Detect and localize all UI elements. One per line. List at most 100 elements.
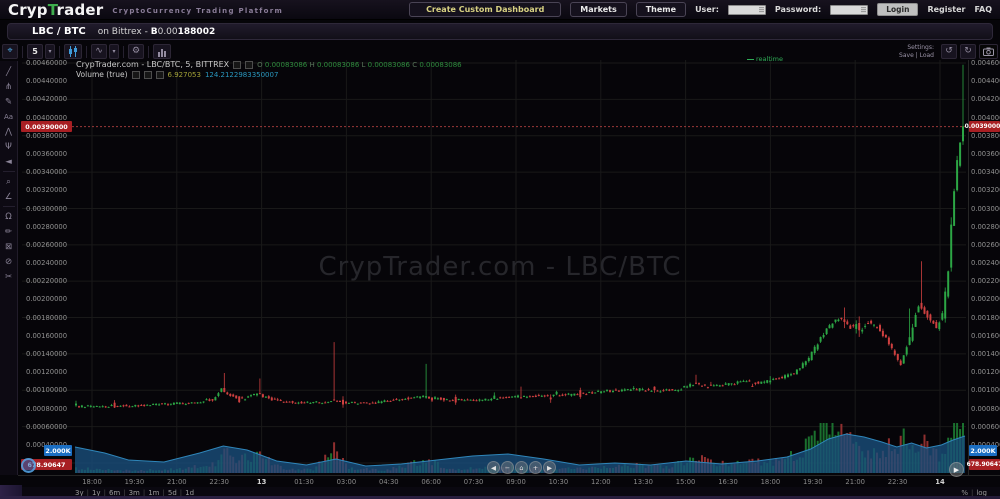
zoom-out-button[interactable]: − [501, 461, 514, 474]
markets-button[interactable]: Markets [570, 2, 626, 17]
toolbar-divider [123, 46, 124, 58]
arrow-tool[interactable]: ◄ [2, 156, 16, 167]
theme-button[interactable]: Theme [636, 2, 686, 17]
time-tick: 18:00 [77, 478, 107, 486]
price-tick-right: 0.00080000 [971, 405, 1000, 413]
scroll-left-button[interactable]: ◀ [487, 461, 500, 474]
price-tick-right: 0.00260000 [971, 241, 1000, 249]
price-tick-left: 0.00440000 [26, 77, 67, 85]
draw-mode-tool[interactable]: ✏ [2, 226, 16, 237]
zoom-in-button[interactable]: + [529, 461, 542, 474]
pitchfork-tool[interactable]: ⋔ [2, 81, 16, 92]
price-tick-right: 0.00220000 [971, 277, 1000, 285]
crosshair-button[interactable]: ⌖ [2, 44, 18, 59]
zoom-tool[interactable]: ⌕ [2, 176, 16, 187]
undo-icon: ↺ [945, 47, 953, 56]
xabcd-pattern-tool[interactable]: ⋀ [2, 126, 16, 137]
price-tick-left: 0.00160000 [26, 332, 67, 340]
time-tick: 03:00 [331, 478, 361, 486]
compare-button[interactable] [153, 44, 171, 59]
time-tick: 19:30 [798, 478, 828, 486]
chart-toolbar: ⌖ 5 ▾ ∿ ▾ ⚙ Settings:Save | Load ↺ ↻ [2, 43, 998, 60]
time-tick: 13:30 [628, 478, 658, 486]
toolbar-divider [59, 46, 60, 58]
hide-drawings-tool[interactable]: ⊘ [2, 256, 16, 267]
register-link[interactable]: Register [927, 5, 965, 14]
indicators-caret-button[interactable]: ▾ [109, 44, 119, 59]
time-tick: 14 [925, 478, 955, 486]
measure-tool[interactable]: ∠ [2, 191, 16, 202]
fib-retracement-tool[interactable]: Ψ [2, 141, 16, 152]
candlestick-icon [68, 46, 78, 57]
price-tick-right: 0.00440000 [971, 77, 1000, 85]
cryptrader-app: CrypTrader CryptoCurrency Trading Platfo… [0, 0, 1000, 499]
user-label: User: [695, 5, 719, 14]
reset-view-button[interactable]: ⌂ [515, 461, 528, 474]
price-tick-left: 0.00140000 [26, 350, 67, 358]
undo-button[interactable]: ↺ [941, 44, 957, 59]
indicator-wave-icon: ∿ [95, 47, 103, 56]
chart-nav-buttons: ◀−⌂+▶ [487, 461, 556, 474]
realtime-marker-icon [747, 59, 754, 60]
create-dashboard-button[interactable]: Create Custom Dashboard [409, 2, 561, 17]
app-logo: CrypTrader [8, 1, 103, 19]
indicators-button[interactable]: ∿ [91, 44, 107, 59]
price-tick-left: 0.00460000 [26, 59, 67, 67]
user-input[interactable] [728, 5, 766, 15]
price-tick-left: 0.00180000 [26, 314, 67, 322]
magnet-tool[interactable]: Ω [2, 211, 16, 222]
price-tick-right: 0.00380000 [971, 132, 1000, 140]
legend-close-icon[interactable] [245, 61, 253, 69]
time-tick: 22:30 [204, 478, 234, 486]
volume-scale-flag-right: 2.000K [969, 445, 997, 456]
password-input[interactable] [830, 5, 868, 15]
remove-drawings-tool[interactable]: ✂ [2, 271, 16, 282]
lock-drawings-tool[interactable]: ⊠ [2, 241, 16, 252]
chart-properties-button[interactable]: ⚙ [128, 44, 144, 59]
interval-caret-button[interactable]: ▾ [45, 44, 55, 59]
settings-save-load[interactable]: Settings:Save | Load [899, 44, 934, 59]
gear-icon: ⚙ [132, 47, 140, 56]
toolbar-right-group: Settings:Save | Load ↺ ↻ [899, 44, 998, 59]
legend-settings-icon[interactable] [144, 71, 152, 79]
price-tick-right: 0.00120000 [971, 368, 1000, 376]
rail-divider [3, 171, 15, 172]
trend-line-tool[interactable]: ╱ [2, 66, 16, 77]
price-tick-right: 0.00140000 [971, 350, 1000, 358]
toolbar-divider [86, 46, 87, 58]
legend-settings-icon[interactable] [233, 61, 241, 69]
price-tick-left: 0.00100000 [26, 386, 67, 394]
price-tick-left: 0.00320000 [26, 186, 67, 194]
chevron-down-icon: ▾ [48, 49, 51, 55]
time-tick: 13 [247, 478, 277, 486]
candlestick-chart[interactable] [18, 60, 968, 475]
login-button[interactable]: Login [877, 3, 918, 16]
time-tick: 09:00 [501, 478, 531, 486]
price-tick-right: 0.00280000 [971, 223, 1000, 231]
scroll-right-button[interactable]: ▶ [543, 461, 556, 474]
snapshot-button[interactable] [979, 44, 998, 59]
price-tick-left: 0.00420000 [26, 95, 67, 103]
time-tick: 16:30 [713, 478, 743, 486]
faq-link[interactable]: FAQ [974, 5, 992, 14]
text-tool[interactable]: Aa [2, 111, 16, 122]
input-grip-icon [861, 7, 866, 13]
legend-settings-icon[interactable] [132, 71, 140, 79]
chart-type-button[interactable] [64, 44, 82, 59]
time-tick: 21:00 [840, 478, 870, 486]
brush-tool[interactable]: ✎ [2, 96, 16, 107]
price-tick-right: 0.00100000 [971, 386, 1000, 394]
redo-button[interactable]: ↻ [960, 44, 976, 59]
crosshair-icon: ⌖ [7, 47, 12, 56]
time-tick: 07:30 [459, 478, 489, 486]
volume-value: 6.927053 [168, 71, 201, 79]
interval-button[interactable]: 5 [27, 44, 43, 59]
go-to-realtime-button[interactable]: ▶ [949, 462, 964, 477]
legend-close-icon[interactable] [156, 71, 164, 79]
price-tick-right: 0.00340000 [971, 168, 1000, 176]
symbol-bar: LBC / BTC on Bittrex - B0.00188002 [7, 23, 993, 40]
price-tick-left: 0.00280000 [26, 223, 67, 231]
chevron-down-icon: ▾ [112, 49, 115, 55]
price-tick-right: 0.00460000 [971, 59, 1000, 67]
volume-legend-label: Volume (true) [76, 70, 128, 79]
